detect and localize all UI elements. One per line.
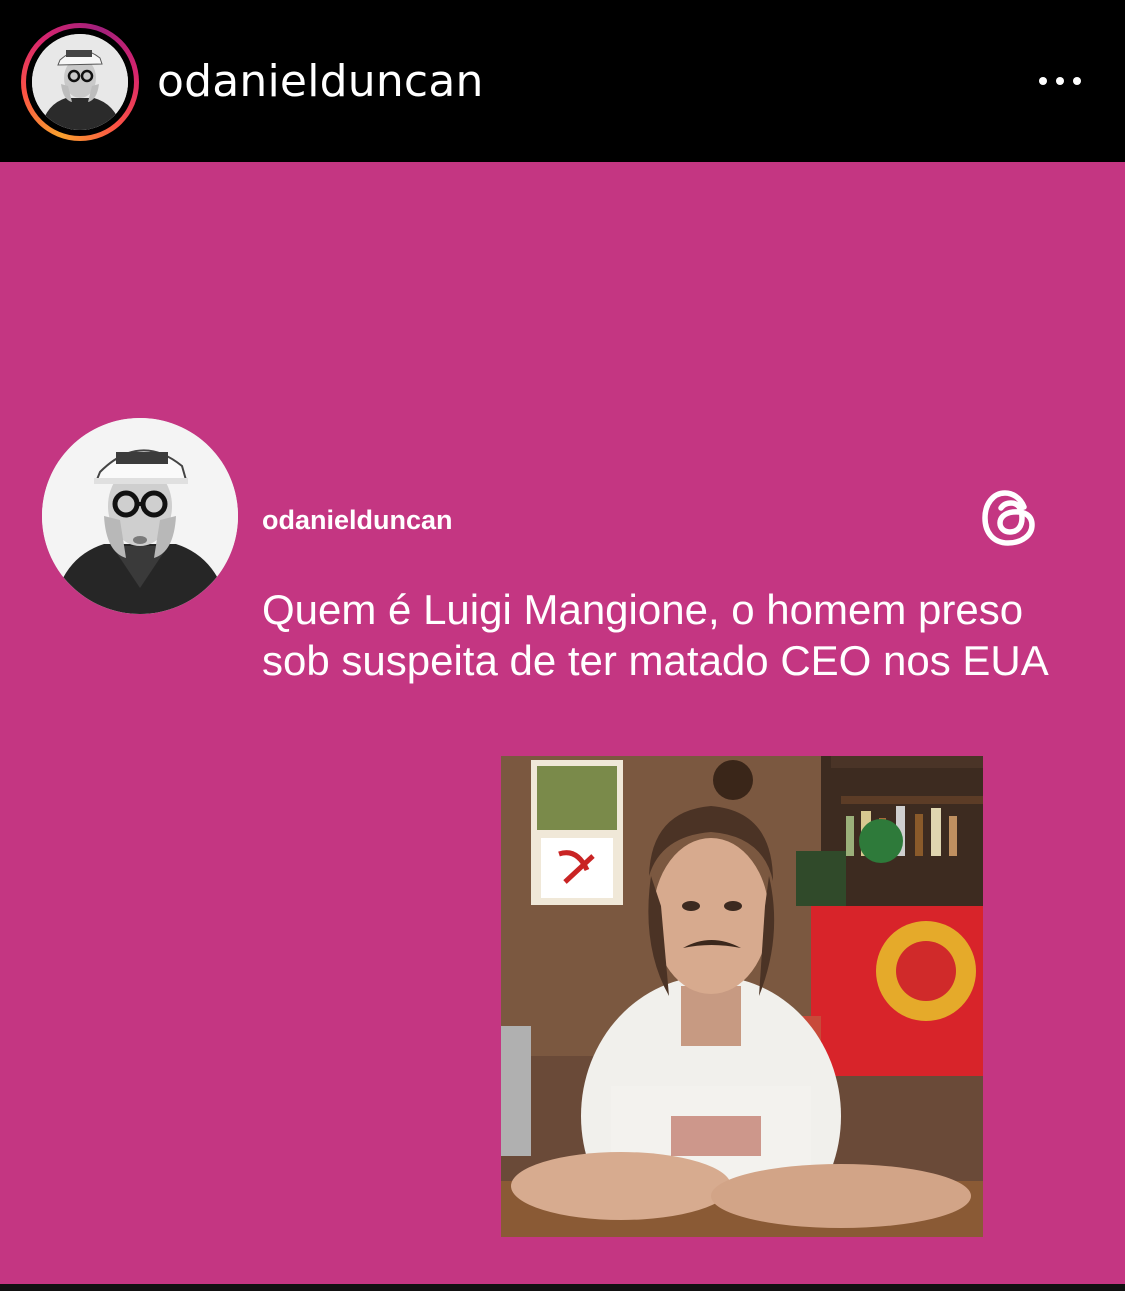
post-text: Quem é Luigi Mangione, o homem preso sob… — [262, 586, 1049, 684]
avatar-photo — [32, 34, 128, 130]
post-photo-illustration — [501, 756, 983, 1237]
story-header: odanielduncan — [0, 0, 1125, 162]
post-photo[interactable] — [501, 756, 983, 1237]
header-avatar[interactable] — [32, 34, 128, 130]
threads-logo-icon[interactable] — [980, 485, 1042, 551]
post-avatar[interactable] — [42, 418, 238, 614]
story-ring[interactable] — [21, 23, 139, 141]
more-horizontal-icon[interactable] — [1030, 66, 1090, 96]
story-username[interactable]: odanielduncan — [157, 56, 484, 107]
bottom-divider — [0, 1284, 1125, 1291]
post-avatar-photo — [42, 418, 238, 614]
story-ring-inner — [26, 28, 134, 136]
more-dot — [1056, 77, 1064, 85]
threads-logo-svg — [982, 490, 1035, 546]
more-dot — [1039, 77, 1047, 85]
more-dot — [1073, 77, 1081, 85]
post-username[interactable]: odanielduncan — [262, 505, 453, 536]
